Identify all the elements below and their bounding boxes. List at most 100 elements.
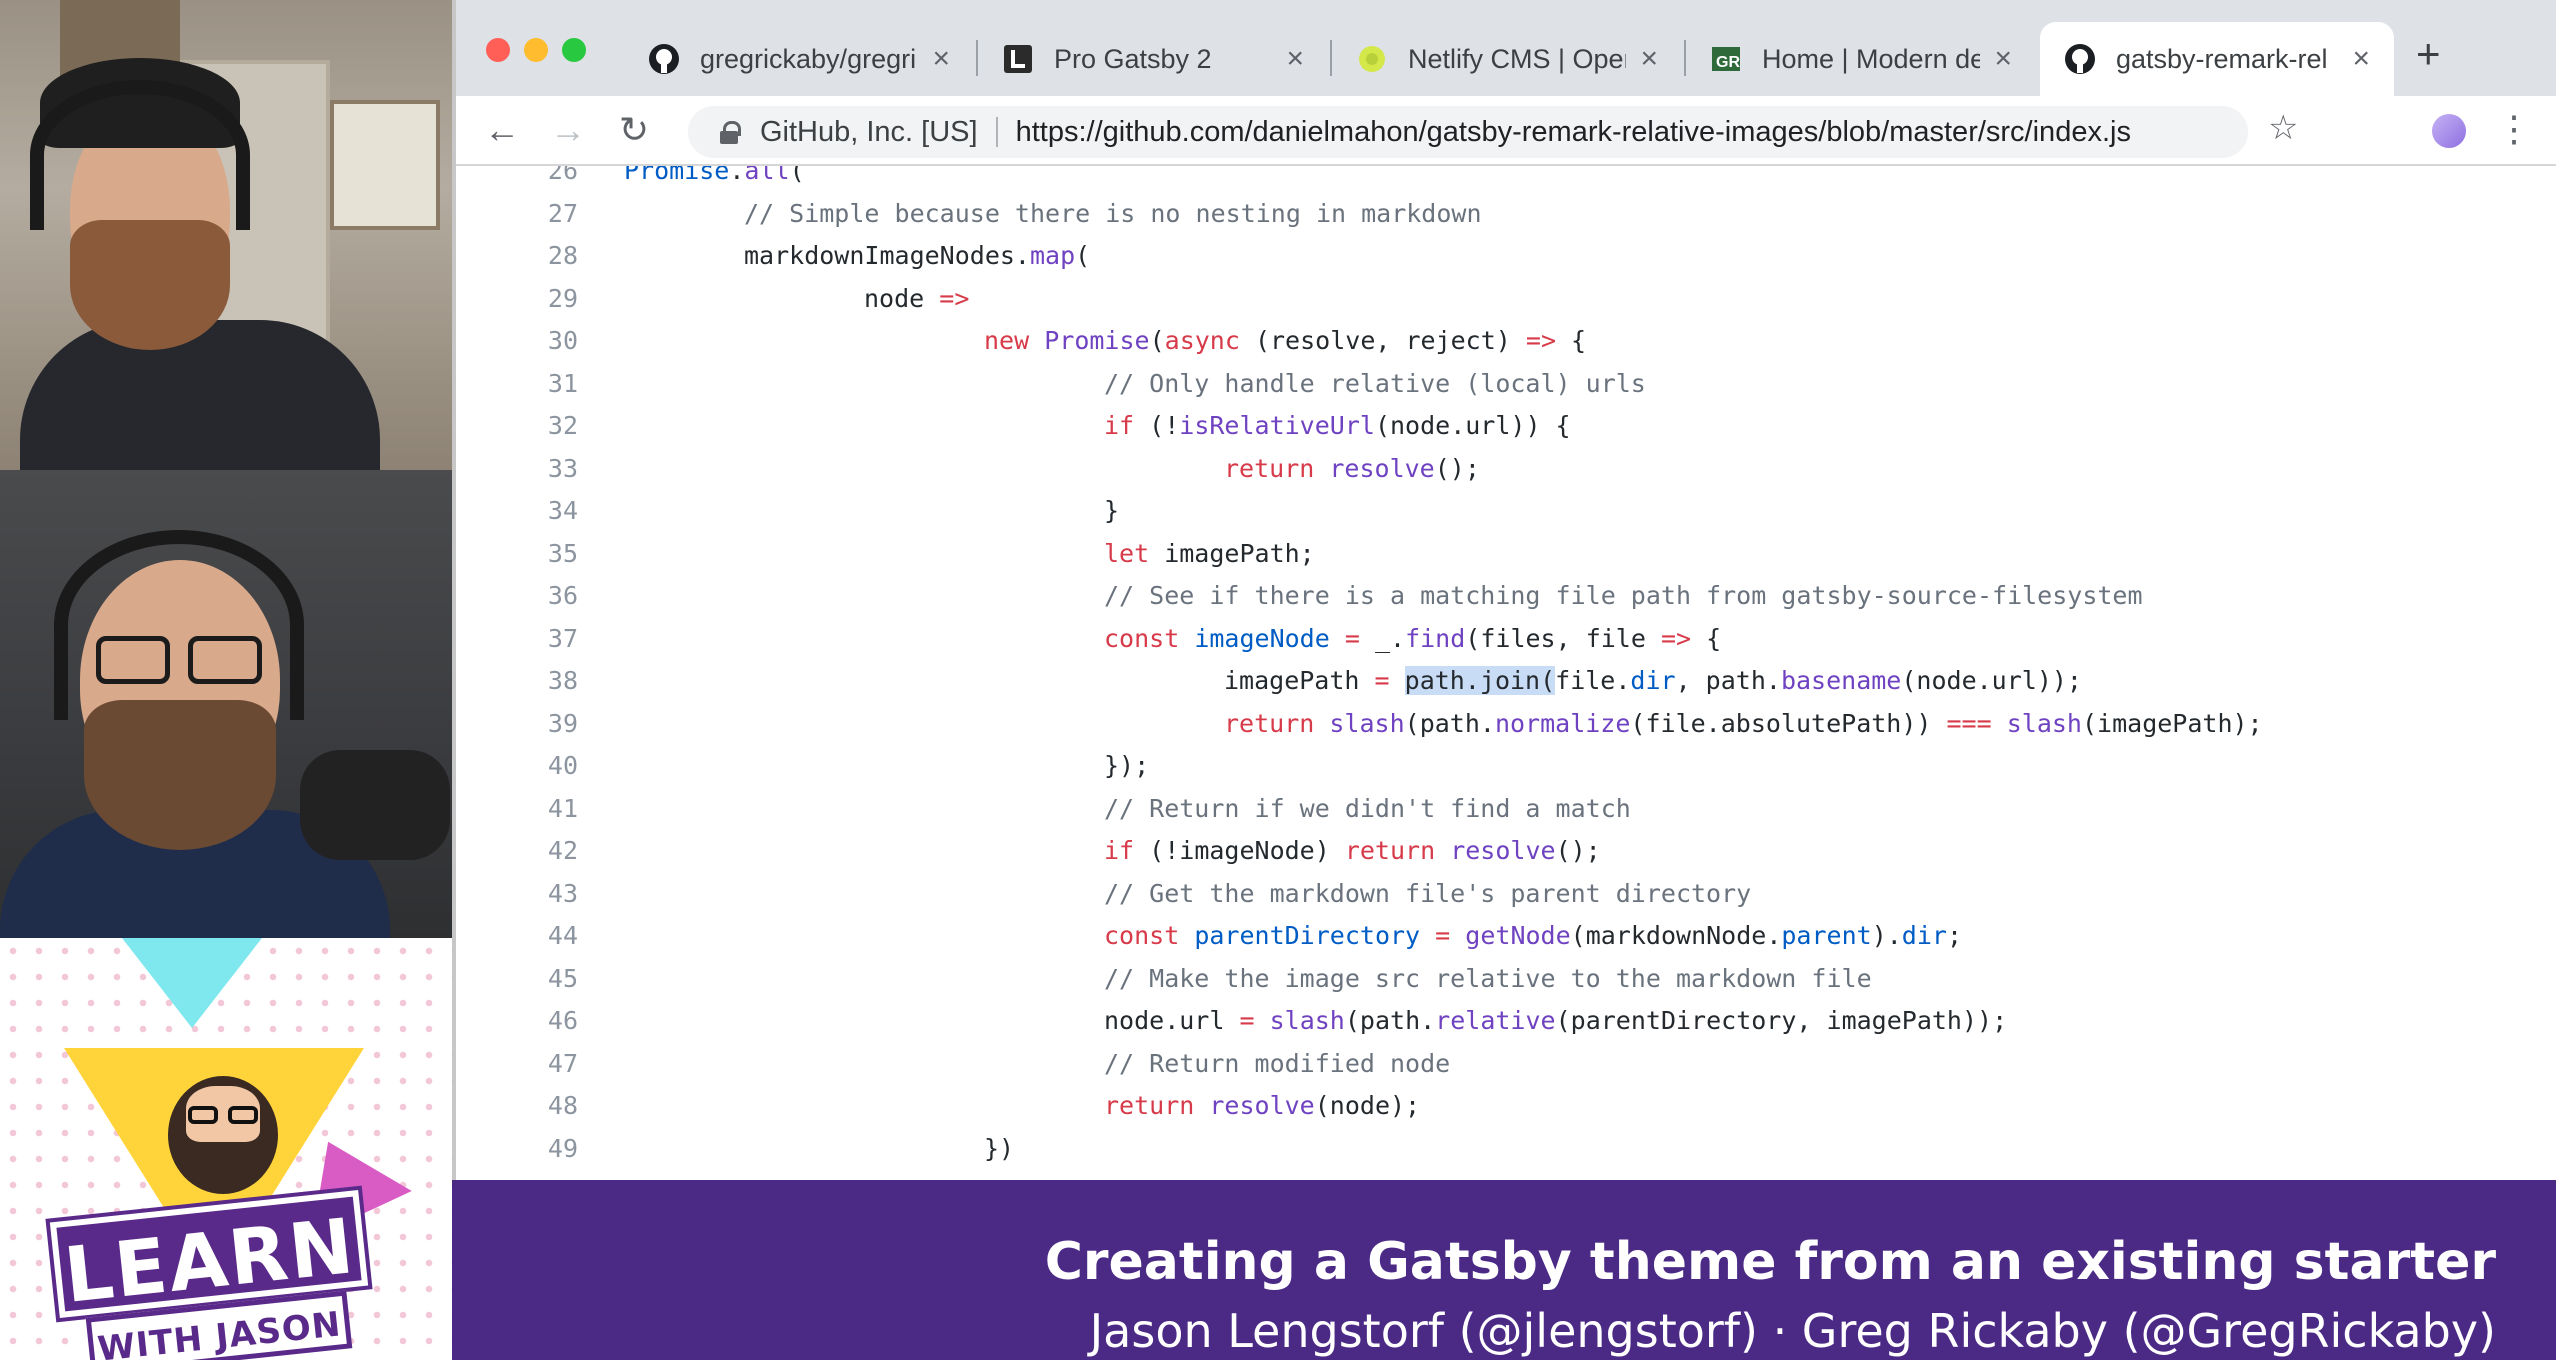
code-token: basename <box>1780 666 1902 695</box>
code-token: (node.url)) { <box>1374 411 1571 440</box>
code-token: if <box>1104 411 1135 440</box>
code-token: => <box>1525 326 1556 355</box>
code-token: dir <box>1901 921 1947 950</box>
line-number[interactable]: 34 <box>456 496 578 525</box>
code-token: (parentDirectory, imagePath)); <box>1555 1006 2008 1035</box>
code-token: return <box>1344 836 1436 865</box>
line-number[interactable]: 27 <box>456 199 578 228</box>
code-token: (path. <box>1344 1006 1436 1035</box>
back-button[interactable]: ← <box>480 108 524 152</box>
code-line: 33 return resolve(); <box>456 454 2556 496</box>
code-view: 26 Promise.all(27// Simple because there … <box>456 166 2556 1180</box>
code-token: (markdownNode. <box>1570 921 1782 950</box>
code-token: parentDirectory <box>1194 921 1421 950</box>
line-number[interactable]: 41 <box>456 794 578 823</box>
close-icon[interactable]: × <box>2352 42 2370 76</box>
code-token: Promise <box>624 166 730 185</box>
line-number[interactable]: 43 <box>456 879 578 908</box>
code-token: = <box>1239 1006 1255 1035</box>
code-line: 29 node => <box>456 284 2556 326</box>
code-token: return <box>1104 1091 1195 1120</box>
close-icon[interactable]: × <box>932 42 950 76</box>
headphones <box>30 80 250 230</box>
corkboard <box>330 100 440 230</box>
code-line: 47 // Return modified node <box>456 1049 2556 1091</box>
line-number[interactable]: 31 <box>456 369 578 398</box>
line-number[interactable]: 45 <box>456 964 578 993</box>
code-token: imagePath <box>1224 666 1375 695</box>
tab-title: Home | Modern de <box>1762 43 1981 74</box>
code-token: markdownImageNodes. <box>744 241 1030 270</box>
code-line: 45 // Make the image src relative to the … <box>456 964 2556 1006</box>
line-number[interactable]: 32 <box>456 411 578 440</box>
tab-home-modern[interactable]: GR Home | Modern de × <box>1686 22 2036 96</box>
line-number[interactable]: 44 <box>456 921 578 950</box>
line-content: }); <box>1104 751 1149 780</box>
forward-button[interactable]: → <box>546 108 590 152</box>
line-number[interactable]: 29 <box>456 284 578 313</box>
line-number[interactable]: 38 <box>456 666 578 695</box>
address-bar[interactable]: GitHub, Inc. [US] https://github.com/dan… <box>688 106 2248 158</box>
microphone <box>300 750 450 860</box>
line-number[interactable]: 36 <box>456 581 578 610</box>
line-number[interactable]: 26 <box>456 166 578 185</box>
tab-gregrickaby[interactable]: gregrickaby/gregri × <box>624 22 974 96</box>
browser-menu-icon[interactable]: ⋮ <box>2496 108 2532 150</box>
line-number[interactable]: 40 <box>456 751 578 780</box>
svg-text:GR: GR <box>1716 54 1740 71</box>
code-token: ( <box>789 166 805 185</box>
code-line: 37 const imageNode = _.find(files, file =… <box>456 624 2556 666</box>
tab-netlify-cms[interactable]: Netlify CMS | Oper × <box>1332 22 1682 96</box>
person-torso <box>20 320 380 470</box>
reload-button[interactable]: ↻ <box>612 108 656 152</box>
code-line: 49}) <box>456 1134 2556 1176</box>
code-line: 42 if (!imageNode) return resolve(); <box>456 836 2556 878</box>
line-number[interactable]: 48 <box>456 1091 578 1120</box>
line-content: return resolve(node); <box>1104 1091 1420 1120</box>
line-number[interactable]: 49 <box>456 1134 578 1163</box>
code-token: return <box>1224 453 1315 483</box>
new-tab-button[interactable]: + <box>2416 30 2441 78</box>
tab-gatsby-remark[interactable]: gatsby-remark-rel × <box>2040 22 2394 96</box>
site-identity: GitHub, Inc. [US] <box>760 115 978 148</box>
line-number[interactable]: 39 <box>456 709 578 738</box>
code-line: 28 markdownImageNodes.map( <box>456 241 2556 283</box>
line-number[interactable]: 30 <box>456 326 578 355</box>
close-icon[interactable]: × <box>1640 42 1658 76</box>
github-icon <box>648 43 680 75</box>
line-content: new Promise(async (resolve, reject) => { <box>984 326 1586 355</box>
code-token: if <box>1104 836 1135 865</box>
profile-avatar[interactable] <box>2432 114 2466 148</box>
code-token: // Get the markdown file's parent direct… <box>1104 878 1752 908</box>
line-number[interactable]: 46 <box>456 1006 578 1035</box>
line-number[interactable]: 35 <box>456 539 578 568</box>
line-number[interactable]: 37 <box>456 624 578 653</box>
code-token: (imagePath); <box>2081 708 2263 738</box>
close-icon[interactable]: × <box>1286 42 1304 76</box>
line-number[interactable]: 42 <box>456 836 578 865</box>
code-token: relative <box>1435 1006 1556 1035</box>
zoom-window-button[interactable] <box>562 38 586 62</box>
line-number[interactable]: 33 <box>456 454 578 483</box>
learn-with-jason-logo: LEARN WITH JASON <box>0 938 452 1360</box>
bookmark-star-icon[interactable]: ☆ <box>2268 108 2298 148</box>
code-token: getNode <box>1465 921 1571 950</box>
browser-window: gregrickaby/gregri × Pro Gatsby 2 × Netl… <box>452 0 2556 1180</box>
line-number[interactable]: 28 <box>456 241 578 270</box>
code-token: find <box>1405 623 1466 653</box>
minimize-window-button[interactable] <box>524 38 548 62</box>
tab-pro-gatsby[interactable]: Pro Gatsby 2 × <box>978 22 1328 96</box>
netlify-cms-icon <box>1356 43 1388 75</box>
webcam-bottom <box>0 470 452 938</box>
code-token: resolve <box>1450 836 1556 865</box>
close-icon[interactable]: × <box>1994 42 2012 76</box>
line-number[interactable]: 47 <box>456 1049 578 1078</box>
tab-title: gregrickaby/gregri <box>700 43 917 74</box>
code-token: all <box>744 166 790 185</box>
close-window-button[interactable] <box>486 38 510 62</box>
tab-strip: gregrickaby/gregri × Pro Gatsby 2 × Netl… <box>456 0 2556 96</box>
